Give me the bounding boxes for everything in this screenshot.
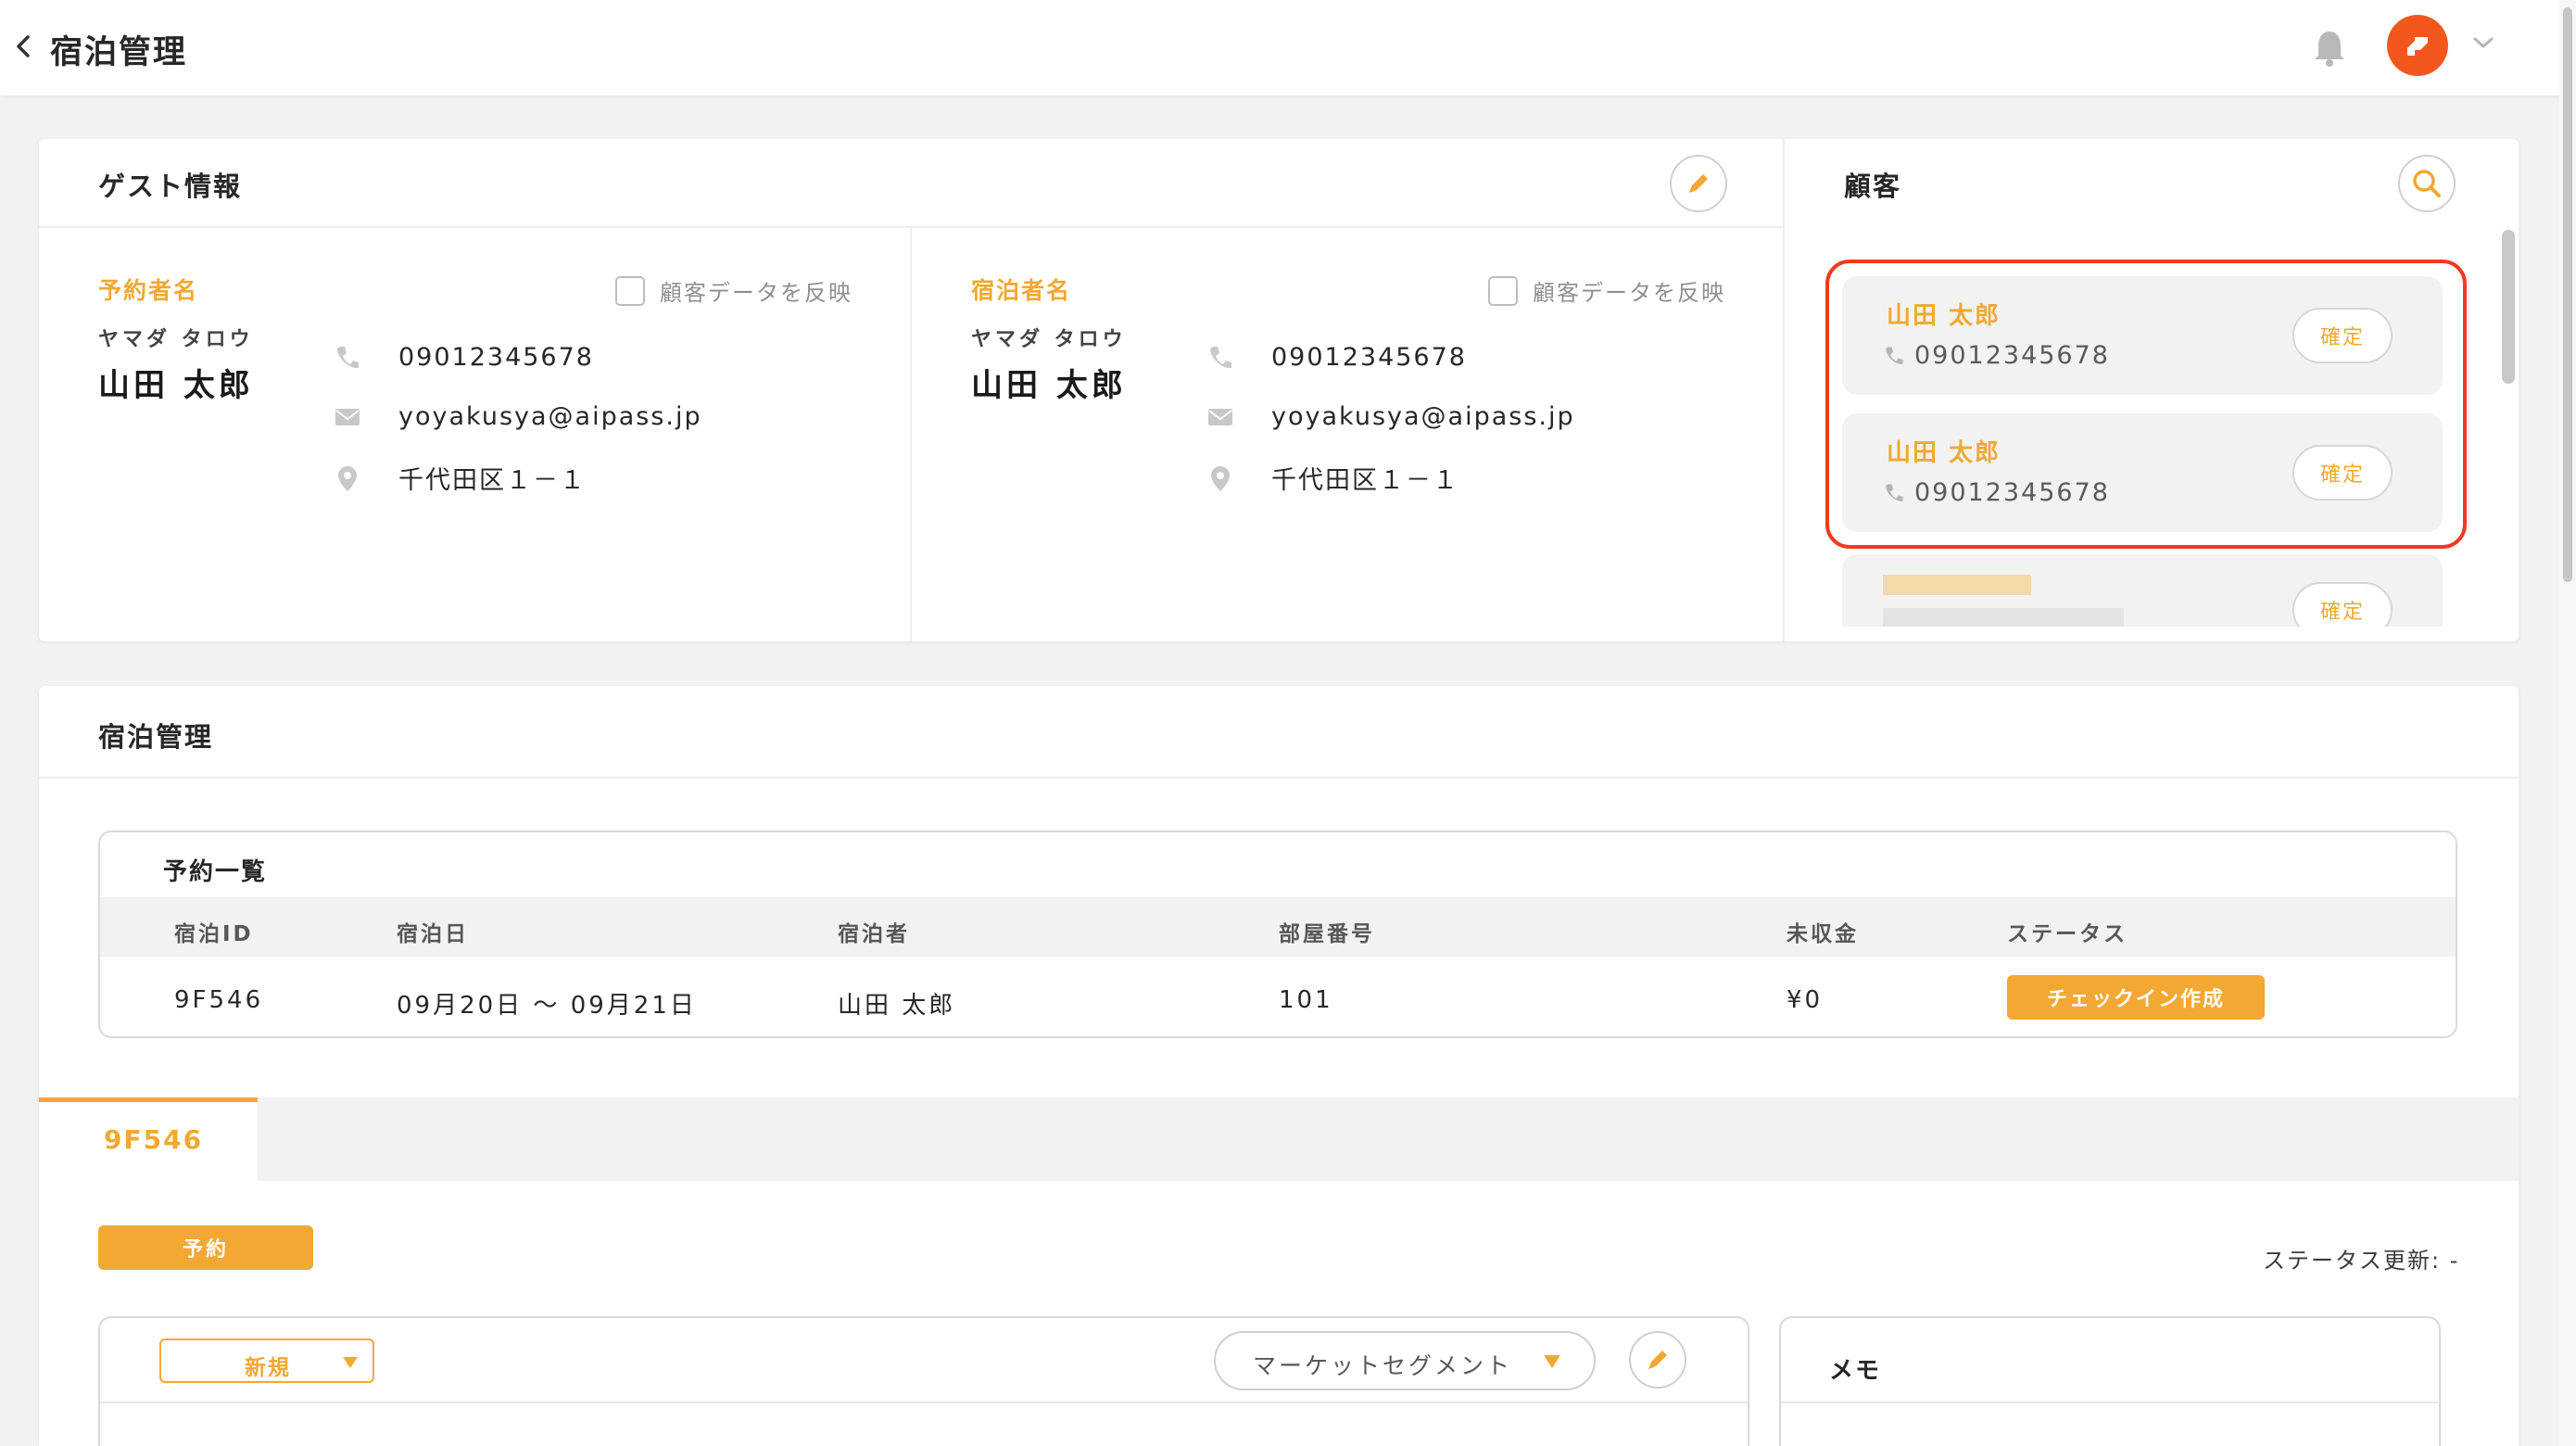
reserver-email: yoyakusya@aipass.jp	[398, 402, 702, 431]
edit-detail-button[interactable]	[1629, 1331, 1686, 1389]
search-customer-button[interactable]	[2398, 155, 2456, 212]
column-header: 部屋番号	[1279, 922, 1375, 946]
column-header: ステータス	[2007, 922, 2128, 946]
reservation-status-badge: 予約	[98, 1225, 313, 1270]
top-bar: 宿泊管理	[0, 0, 2559, 95]
column-header: 未収金	[1787, 922, 1859, 946]
guest-name-label: 宿泊者名	[971, 277, 1072, 304]
stay-management-header	[39, 686, 2519, 779]
caret-down-icon	[343, 1357, 358, 1368]
pencil-icon	[1689, 174, 1708, 193]
divider	[100, 1402, 1748, 1403]
column-header: 宿泊者	[838, 922, 910, 946]
customers-title: 顧客	[1844, 171, 1902, 202]
phone-icon	[337, 346, 359, 368]
tab-9f546[interactable]: 9F546	[39, 1097, 258, 1181]
select-value: マーケットセグメント	[1253, 1352, 1513, 1379]
guest-address-row: 千代田区１－１	[1206, 460, 1459, 496]
blurred-name	[1883, 575, 2031, 595]
reserver-address: 千代田区１－１	[398, 466, 587, 495]
highlight-annotation	[1825, 260, 2467, 549]
stay-management-title: 宿泊管理	[98, 721, 214, 753]
stay-detail-panel: 新規 マーケットセグメント	[98, 1316, 1749, 1446]
phone-icon	[1210, 346, 1231, 368]
checkbox[interactable]	[1488, 275, 1518, 306]
room-number-cell: 101	[1279, 986, 1333, 1014]
tab-label: 9F546	[104, 1124, 204, 1155]
caret-down-icon	[1544, 1355, 1560, 1368]
guest-phone: 09012345678	[1271, 343, 1467, 372]
memo-panel: メモ	[1779, 1316, 2441, 1446]
create-checkin-button[interactable]: チェックイン作成	[2007, 975, 2265, 1020]
guest-kana: ヤマダ タロウ	[971, 328, 1127, 351]
avatar[interactable]	[2387, 15, 2448, 76]
reservation-list: 予約一覧 宿泊ID 宿泊日 宿泊者 部屋番号 未収金 ステータス 9F546 0…	[98, 831, 2457, 1038]
guest-email-row: yoyakusya@aipass.jp	[1206, 402, 1575, 431]
reserver-address-row: 千代田区１－１	[334, 460, 587, 496]
stay-id-cell[interactable]: 9F546	[174, 986, 263, 1014]
back-arrow-icon[interactable]	[13, 32, 33, 61]
stay-tabs: 9F546	[39, 1097, 2519, 1181]
location-pin-icon	[1211, 465, 1230, 491]
divider	[1781, 1402, 2439, 1403]
reserver-name-label: 予約者名	[98, 277, 199, 304]
bell-icon[interactable]	[2311, 28, 2348, 69]
reservation-list-title: 予約一覧	[163, 858, 268, 886]
edit-guest-button[interactable]	[1670, 155, 1727, 212]
pencil-icon	[1648, 1351, 1667, 1369]
checkbox-label: 顧客データを反映	[660, 280, 852, 306]
memo-title: メモ	[1829, 1357, 1882, 1385]
market-segment-select[interactable]: マーケットセグメント	[1214, 1331, 1596, 1390]
reservation-type-select[interactable]: 新規	[159, 1338, 374, 1383]
checkbox[interactable]	[615, 275, 645, 306]
location-pin-icon	[338, 465, 357, 491]
table-header: 宿泊ID 宿泊日 宿泊者 部屋番号 未収金 ステータス	[100, 897, 2456, 957]
reserver-reflect-checkbox[interactable]: 顧客データを反映	[615, 274, 852, 307]
mail-icon	[335, 408, 360, 425]
confirm-button[interactable]: 確定	[2292, 582, 2393, 627]
stay-dates-cell: 09月20日 ～ 09月21日	[397, 992, 697, 1020]
guest-info-header	[39, 139, 1785, 228]
guest-email: yoyakusya@aipass.jp	[1271, 402, 1575, 431]
select-value: 新規	[245, 1356, 291, 1380]
reserver-name: 山田 太郎	[98, 367, 254, 404]
guest-phone-row: 09012345678	[1206, 343, 1467, 372]
page-scrollbar-thumb[interactable]	[2563, 7, 2572, 582]
column-divider	[910, 228, 912, 641]
reserver-phone-row: 09012345678	[334, 343, 594, 372]
mail-icon	[1208, 408, 1232, 425]
chevron-down-icon[interactable]	[2472, 35, 2494, 50]
customer-list-scrollbar[interactable]	[2502, 230, 2515, 384]
status-update-text: ステータス更新: -	[2263, 1248, 2460, 1274]
customer-list-item-blurred[interactable]: 確定	[1842, 554, 2443, 627]
balance-cell: ¥0	[1787, 986, 1824, 1014]
reserver-kana: ヤマダ タロウ	[98, 328, 254, 351]
stay-guest-cell: 山田 太郎	[838, 992, 956, 1020]
logo-icon	[2407, 37, 2428, 56]
column-header: 宿泊日	[397, 922, 469, 946]
guest-reflect-checkbox[interactable]: 顧客データを反映	[1488, 274, 1725, 307]
blurred-phone	[1883, 608, 2124, 627]
column-header: 宿泊ID	[174, 922, 254, 946]
page-title: 宿泊管理	[50, 34, 188, 71]
guest-name: 山田 太郎	[971, 367, 1127, 404]
guest-info-title: ゲスト情報	[98, 171, 243, 202]
guest-address: 千代田区１－１	[1271, 466, 1459, 495]
reserver-email-row: yoyakusya@aipass.jp	[334, 402, 702, 431]
checkbox-label: 顧客データを反映	[1533, 280, 1725, 306]
reserver-phone: 09012345678	[398, 343, 594, 372]
customer-divider	[1783, 139, 1785, 641]
search-icon	[2413, 170, 2441, 197]
